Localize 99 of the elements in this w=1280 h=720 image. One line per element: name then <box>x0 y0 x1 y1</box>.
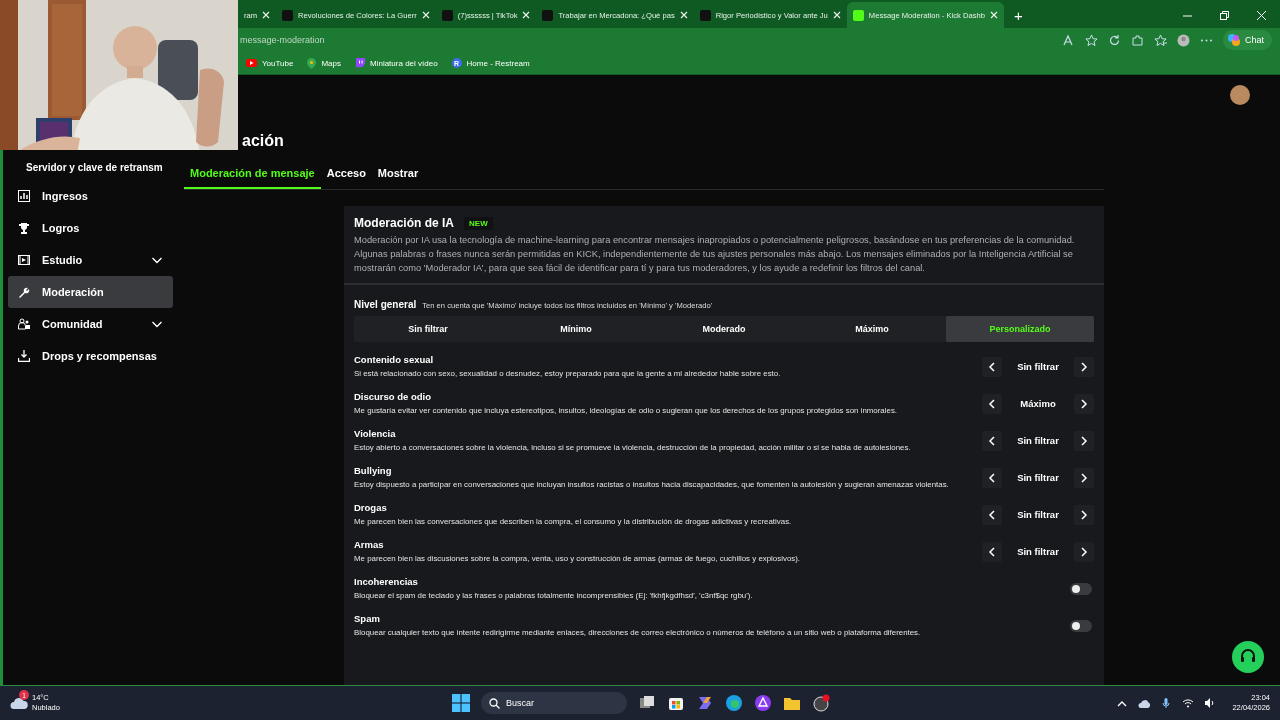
map-pin-icon <box>307 57 317 69</box>
chevron-left-icon <box>988 398 996 409</box>
film-icon <box>18 254 30 266</box>
close-icon[interactable] <box>421 11 430 19</box>
chevron-left-icon <box>988 546 996 557</box>
sidebar-item[interactable]: Comunidad <box>8 308 173 340</box>
next-button[interactable] <box>1074 504 1094 525</box>
level-option[interactable]: Moderado <box>650 316 798 342</box>
search-icon <box>489 697 500 709</box>
cloud-icon[interactable] <box>1138 697 1151 709</box>
people-icon <box>18 318 30 330</box>
taskbar-search-field[interactable]: Buscar <box>481 692 627 714</box>
rule-title: Incoherencias <box>354 576 419 587</box>
page-tab[interactable]: Mostrar <box>371 163 425 189</box>
next-button[interactable] <box>1074 467 1094 488</box>
cloud-icon <box>10 696 28 710</box>
level-option[interactable]: Sin filtrar <box>354 316 502 342</box>
rule-title: Contenido sexual <box>354 354 435 365</box>
level-option[interactable]: Máximo <box>798 316 946 342</box>
stepper-value: Sin filtrar <box>1017 509 1059 520</box>
previous-button[interactable] <box>982 430 1002 451</box>
new-badge: NEW <box>464 216 493 230</box>
next-button[interactable] <box>1074 430 1094 451</box>
browser-icon[interactable] <box>725 694 743 712</box>
chevron-left-icon <box>988 472 996 483</box>
chevron-right-icon <box>1080 398 1088 409</box>
level-label: Nivel general <box>354 299 417 310</box>
previous-button[interactable] <box>982 393 1002 414</box>
chevron-right-icon <box>1080 435 1088 446</box>
star-icon[interactable] <box>1085 33 1098 47</box>
sidebar-item[interactable]: Ingresos <box>8 180 173 212</box>
stepper-value: Sin filtrar <box>1017 435 1059 446</box>
sidebar-item[interactable]: Estudio <box>8 244 173 276</box>
bookmark[interactable]: Maps <box>307 57 341 69</box>
previous-button[interactable] <box>982 467 1002 488</box>
close-icon[interactable] <box>262 11 271 19</box>
close-icon[interactable] <box>679 11 688 19</box>
stepper-value: Sin filtrar <box>1017 546 1059 557</box>
sidebar-item[interactable]: Servidor y clave de retransm <box>8 157 173 177</box>
close-icon[interactable] <box>832 11 841 19</box>
bookmark[interactable]: YouTube <box>246 58 294 68</box>
triangle-app-icon[interactable] <box>754 694 772 712</box>
rule-title: Drogas <box>354 502 388 513</box>
sidebar-item[interactable]: Moderación <box>8 276 173 308</box>
chevron-right-icon <box>1080 546 1088 557</box>
stepper-value: Sin filtrar <box>1017 361 1059 372</box>
level-option[interactable]: Personalizado <box>946 316 1094 342</box>
refresh-icon[interactable] <box>1108 33 1121 47</box>
bar-chart-icon <box>18 190 30 202</box>
page-tab[interactable]: Acceso <box>320 163 372 189</box>
wifi-icon[interactable] <box>1182 697 1195 709</box>
start-icon[interactable] <box>452 694 470 712</box>
previous-button[interactable] <box>982 356 1002 377</box>
download-icon <box>18 350 30 362</box>
rule-title: Armas <box>354 539 385 550</box>
rule-title: Violencia <box>354 428 397 439</box>
stepper-value: Máximo <box>1020 398 1056 409</box>
avatar[interactable] <box>1230 85 1250 105</box>
new-tab-button[interactable]: + <box>1013 7 1023 24</box>
microphone-icon[interactable] <box>1160 697 1173 709</box>
chevron-right-icon <box>1080 509 1088 520</box>
level-option[interactable]: Mínimo <box>502 316 650 342</box>
page-tab[interactable]: Moderación de mensaje <box>184 163 321 189</box>
chevron-left-icon <box>988 435 996 446</box>
sidebar-item[interactable]: Logros <box>8 212 173 244</box>
video-play-icon <box>246 59 257 67</box>
address-field[interactable]: message-moderation <box>238 30 1052 50</box>
restore-icon[interactable] <box>1220 11 1229 20</box>
recording-app-icon[interactable] <box>812 694 830 712</box>
toggle-switch[interactable] <box>1070 619 1092 632</box>
chat-button[interactable]: Chat <box>1223 30 1272 50</box>
card-title: Moderación de IA <box>354 216 454 230</box>
close-icon[interactable] <box>522 11 531 19</box>
card-description: Moderación por IA usa la tecnología de machine-learning para encontrar mensajes inapropiados o potencialmente peligrosos, basándose en tus preferencias de la comunidad. Algunas palabras o frases nunca serán permitidas en KICK, independientemente de tus ajustes personales más abajo. Los mensajes eliminados por la Inteligencia Artificial se mostrarán como 'Moderador IA', para que sea fácil de identificar para tí y para tus moderadores, y los ayude a redefinir los filtros del canal. <box>354 234 1076 275</box>
chevron-left-icon <box>988 509 996 520</box>
rule-title: Discurso de odio <box>354 391 433 402</box>
sidebar-item[interactable]: Drops y recompensas <box>8 340 173 372</box>
next-button[interactable] <box>1074 356 1094 377</box>
favorites-icon[interactable] <box>1154 33 1167 47</box>
next-button[interactable] <box>1074 393 1094 414</box>
chevron-right-icon <box>1080 472 1088 483</box>
rule-title: Bullying <box>354 465 393 476</box>
page-heading: ación <box>242 131 285 151</box>
toggle-switch[interactable] <box>1070 582 1092 595</box>
trophy-icon <box>18 222 30 234</box>
bookmark[interactable]: Miniatura del vídeo <box>355 58 438 68</box>
profile-icon[interactable] <box>1177 33 1190 47</box>
next-button[interactable] <box>1074 541 1094 562</box>
chat-bubble-icon <box>355 58 365 68</box>
chevron-left-icon <box>988 361 996 372</box>
previous-button[interactable] <box>982 504 1002 525</box>
chevron-right-icon <box>1080 361 1088 372</box>
help-chat-button[interactable] <box>1232 641 1264 673</box>
previous-button[interactable] <box>982 541 1002 562</box>
wrench-icon <box>18 286 30 298</box>
read-aloud-icon[interactable] <box>1062 33 1075 47</box>
rule-title: Spam <box>354 613 381 624</box>
stepper-value: Sin filtrar <box>1017 472 1059 483</box>
close-icon[interactable] <box>989 11 998 19</box>
